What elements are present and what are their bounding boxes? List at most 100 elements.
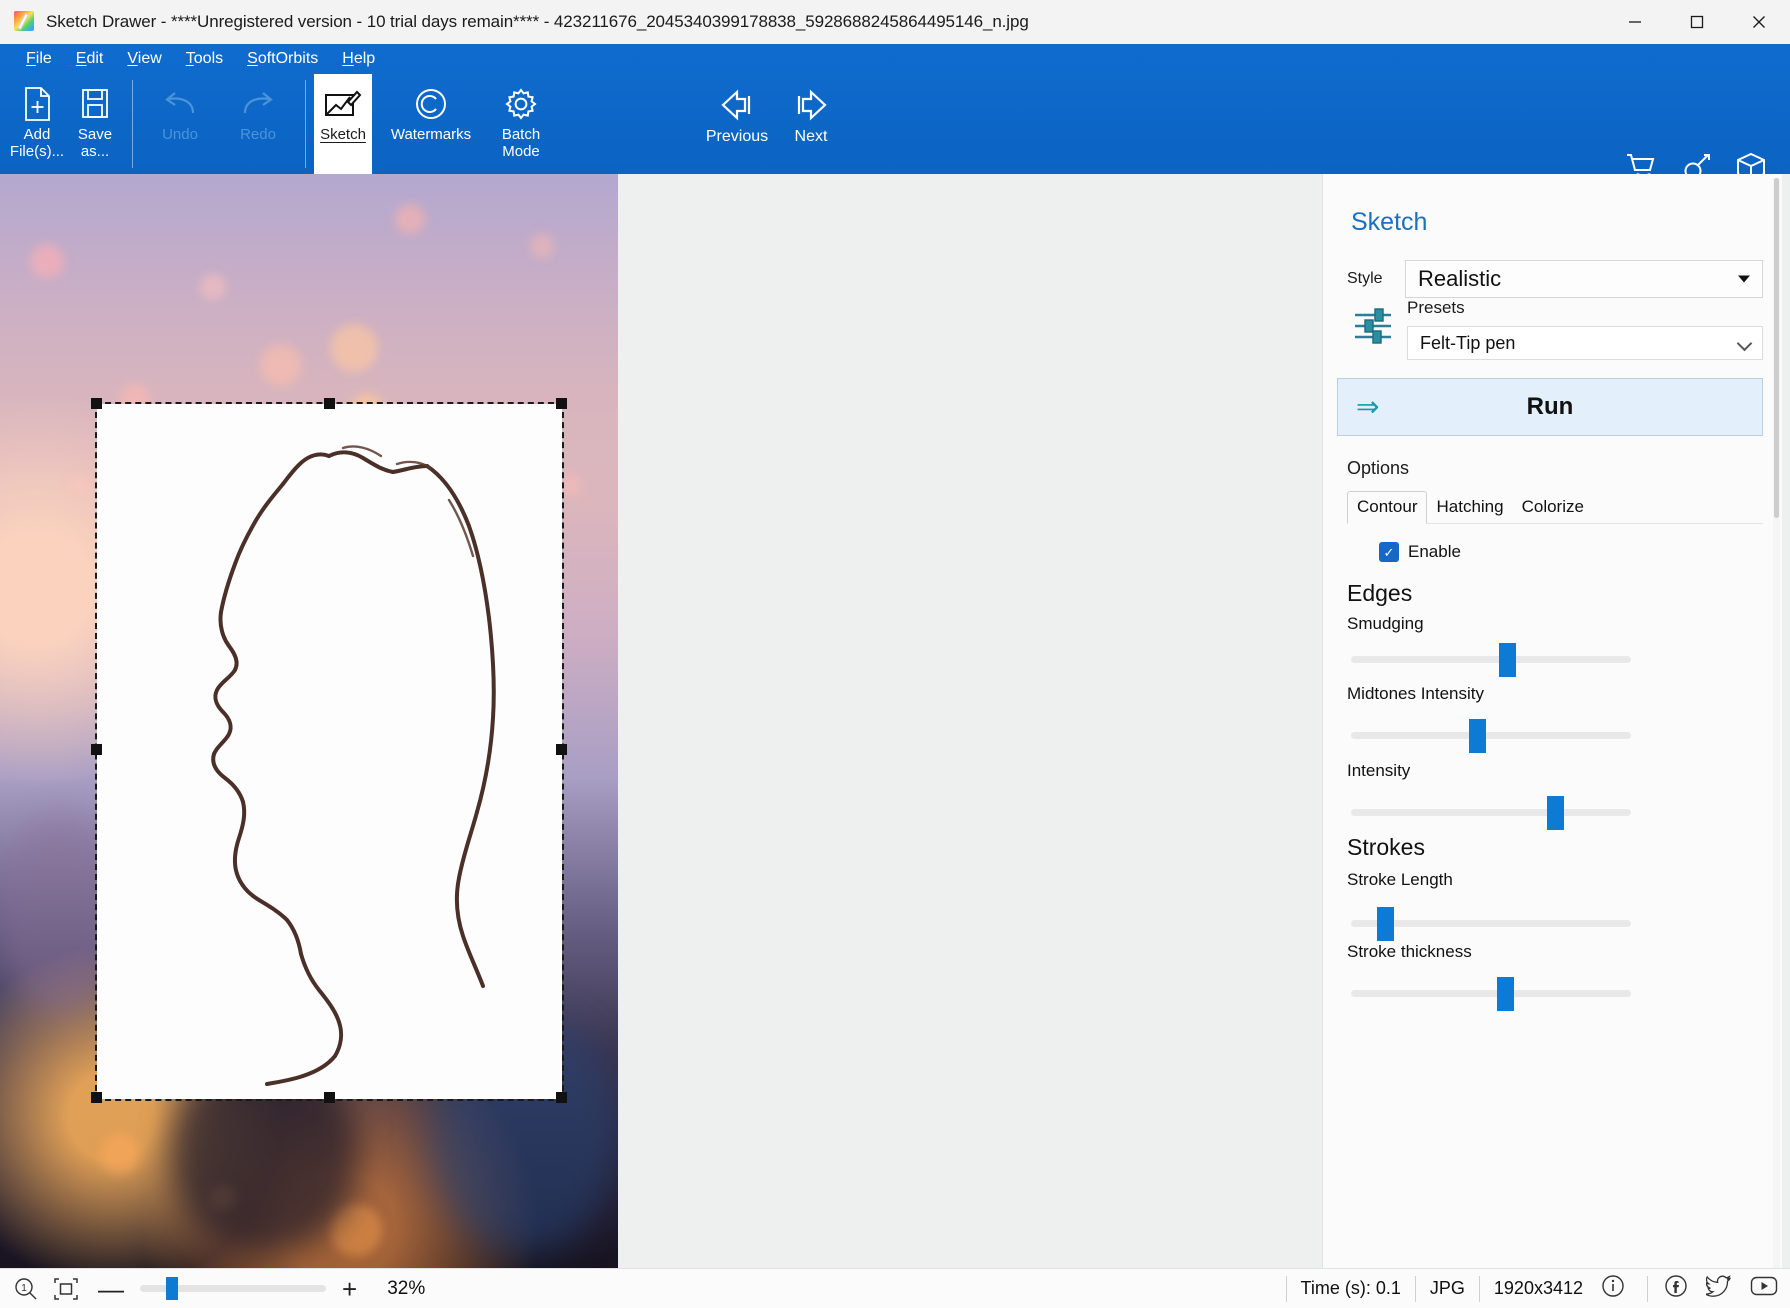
minimize-button[interactable] bbox=[1604, 0, 1666, 44]
run-arrow-icon: ⇒ bbox=[1356, 391, 1380, 422]
presets-dropdown[interactable]: Felt-Tip pen bbox=[1407, 326, 1763, 360]
options-label: Options bbox=[1347, 458, 1410, 478]
redo-button[interactable]: Redo bbox=[219, 74, 297, 174]
previous-label: Previous bbox=[705, 128, 769, 145]
selection-rectangle[interactable] bbox=[91, 398, 567, 1103]
zoom-in-button[interactable]: + bbox=[334, 1276, 365, 1302]
style-value: Realistic bbox=[1418, 266, 1502, 291]
enable-checkbox-row[interactable]: ✓ Enable bbox=[1379, 542, 1461, 562]
youtube-icon[interactable] bbox=[1750, 1275, 1778, 1302]
enable-checkbox[interactable]: ✓ bbox=[1379, 542, 1399, 562]
selection-handle-br[interactable] bbox=[556, 1092, 567, 1103]
status-right-group: Time (s): 0.1 JPG 1920x3412 bbox=[1285, 1269, 1778, 1308]
selection-handle-tm[interactable] bbox=[324, 398, 335, 409]
panel-title: Sketch bbox=[1351, 208, 1428, 236]
menu-view[interactable]: View bbox=[115, 47, 173, 71]
save-as-button[interactable]: Save as... bbox=[66, 74, 124, 174]
maximize-button[interactable] bbox=[1666, 0, 1728, 44]
magnifier-one-icon[interactable]: 1 bbox=[14, 1277, 38, 1301]
svg-text:1: 1 bbox=[21, 1283, 27, 1294]
previous-button[interactable]: Previous bbox=[700, 74, 774, 174]
window-title: Sketch Drawer - ****Unregistered version… bbox=[46, 12, 1029, 31]
watermarks-label: Watermarks bbox=[390, 126, 472, 143]
stroke-thickness-slider-thumb[interactable] bbox=[1497, 977, 1514, 1011]
selection-handle-tr[interactable] bbox=[556, 398, 567, 409]
selection-handle-bm[interactable] bbox=[324, 1092, 335, 1103]
sketch-label: Sketch bbox=[320, 126, 366, 143]
sketch-button[interactable]: Sketch bbox=[314, 74, 372, 174]
intensity-slider[interactable] bbox=[1351, 796, 1631, 830]
menu-softorbits[interactable]: SoftOrbits bbox=[235, 47, 330, 71]
info-icon[interactable] bbox=[1597, 1274, 1635, 1303]
add-files-button[interactable]: Add File(s)... bbox=[8, 74, 66, 174]
next-label: Next bbox=[794, 128, 828, 145]
smudging-slider-thumb[interactable] bbox=[1499, 643, 1516, 677]
canvas-empty-area[interactable] bbox=[618, 174, 1322, 1270]
run-button[interactable]: ⇒ Run bbox=[1337, 378, 1763, 436]
package-box-icon[interactable] bbox=[1736, 152, 1766, 174]
zoom-slider[interactable] bbox=[140, 1277, 326, 1300]
arrow-right-icon bbox=[791, 82, 831, 128]
midtones-intensity-slider-thumb[interactable] bbox=[1469, 719, 1486, 753]
next-button[interactable]: Next bbox=[774, 74, 848, 174]
batch-mode-button[interactable]: Batch Mode bbox=[490, 74, 552, 174]
facebook-icon[interactable] bbox=[1664, 1274, 1688, 1303]
selection-handle-bl[interactable] bbox=[91, 1092, 102, 1103]
menu-help[interactable]: Help bbox=[330, 47, 387, 71]
panel-scrollbar[interactable] bbox=[1773, 178, 1780, 1270]
ribbon: FFileile Edit View Tools SoftOrbits Help… bbox=[0, 44, 1790, 174]
key-icon[interactable] bbox=[1682, 152, 1712, 174]
menu-tools[interactable]: Tools bbox=[174, 47, 235, 71]
midtones-intensity-slider[interactable] bbox=[1351, 719, 1631, 753]
ribbon-right-icons bbox=[1626, 152, 1766, 174]
save-as-label-line2: as... bbox=[80, 143, 110, 160]
stroke-length-label: Stroke Length bbox=[1347, 870, 1453, 889]
sketch-pencil-icon bbox=[324, 82, 362, 126]
tab-colorize[interactable]: Colorize bbox=[1513, 492, 1593, 523]
batch-mode-label-line1: Batch bbox=[501, 126, 541, 143]
tab-contour[interactable]: Contour bbox=[1347, 491, 1428, 524]
stroke-length-slider[interactable] bbox=[1351, 907, 1631, 941]
sketch-portrait-outline bbox=[211, 445, 496, 1086]
selection-handle-mr[interactable] bbox=[556, 744, 567, 755]
save-as-label-line1: Save bbox=[77, 126, 113, 143]
undo-label: Undo bbox=[162, 126, 198, 143]
redo-label: Redo bbox=[240, 126, 276, 143]
watermarks-button[interactable]: Watermarks bbox=[372, 74, 490, 174]
selection-handle-tl[interactable] bbox=[91, 398, 102, 409]
close-button[interactable] bbox=[1728, 0, 1790, 44]
menu-edit[interactable]: Edit bbox=[64, 47, 116, 71]
edges-group-heading: Edges bbox=[1347, 580, 1413, 606]
stroke-thickness-label: Stroke thickness bbox=[1347, 942, 1472, 961]
sketch-settings-panel: Sketch Style Realistic Presets Felt-Tip … bbox=[1322, 174, 1782, 1274]
arrow-left-icon bbox=[717, 82, 757, 128]
zoom-slider-thumb[interactable] bbox=[166, 1277, 178, 1300]
selection-handle-ml[interactable] bbox=[91, 744, 102, 755]
presets-label: Presets bbox=[1407, 298, 1465, 317]
style-dropdown[interactable]: Realistic bbox=[1405, 260, 1763, 298]
fit-to-screen-icon[interactable] bbox=[54, 1277, 78, 1300]
redo-arrow-icon bbox=[239, 82, 277, 126]
menu-file[interactable]: FFileile bbox=[14, 47, 64, 71]
social-links bbox=[1647, 1274, 1778, 1303]
image-canvas[interactable]: Kaku Drop bbox=[0, 174, 618, 1270]
smudging-slider[interactable] bbox=[1351, 643, 1631, 677]
zoom-out-button[interactable]: — bbox=[90, 1276, 132, 1302]
panel-scrollbar-thumb[interactable] bbox=[1774, 178, 1779, 518]
zoom-percentage: 32% bbox=[387, 1277, 426, 1299]
intensity-slider-thumb[interactable] bbox=[1547, 796, 1564, 830]
shopping-cart-icon[interactable] bbox=[1626, 152, 1658, 174]
tab-hatching[interactable]: Hatching bbox=[1427, 492, 1512, 523]
format-indicator: JPG bbox=[1414, 1275, 1479, 1302]
app-window: Sketch Drawer - ****Unregistered version… bbox=[0, 0, 1790, 1308]
undo-button[interactable]: Undo bbox=[141, 74, 219, 174]
strokes-group-heading: Strokes bbox=[1347, 834, 1425, 860]
smudging-label: Smudging bbox=[1347, 614, 1424, 633]
batch-mode-label-line2: Mode bbox=[502, 143, 540, 160]
menu-bar: FFileile Edit View Tools SoftOrbits Help bbox=[0, 44, 387, 74]
style-label: Style bbox=[1347, 270, 1383, 287]
stroke-thickness-slider[interactable] bbox=[1351, 977, 1631, 1011]
style-row: Style Realistic bbox=[1347, 260, 1763, 298]
twitter-icon[interactable] bbox=[1705, 1274, 1732, 1303]
stroke-length-slider-thumb[interactable] bbox=[1377, 907, 1394, 941]
